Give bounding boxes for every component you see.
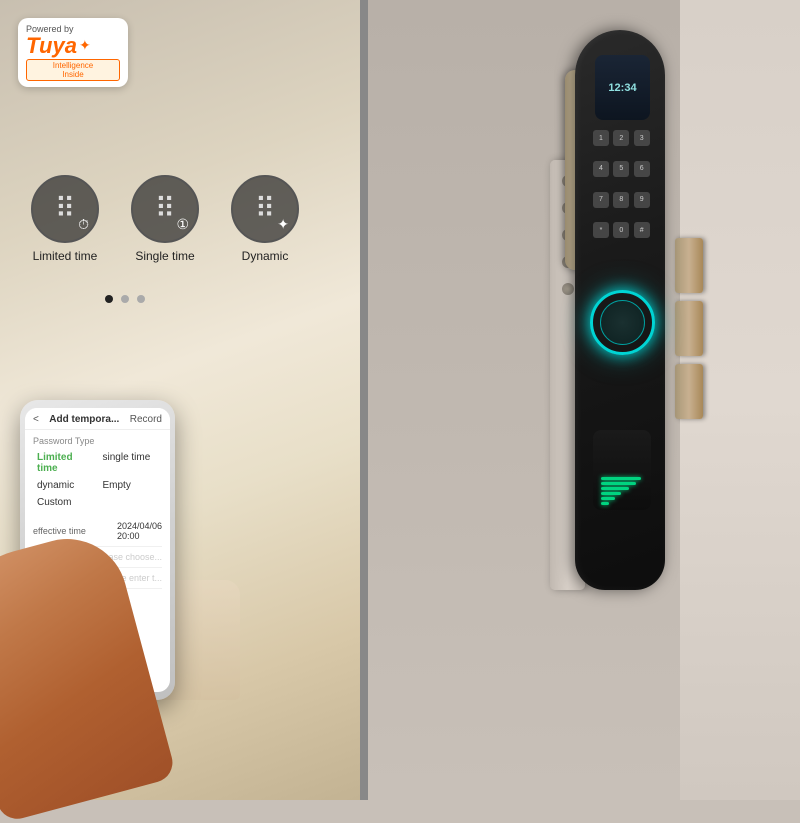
phone-back-button[interactable]: < bbox=[33, 414, 39, 425]
dot-2 bbox=[121, 295, 129, 303]
dynamic-icon: ⠿✦ bbox=[231, 175, 299, 243]
feature-limited-time: ⠿⏱ Limited time bbox=[20, 175, 110, 263]
lock-display: 12:34 bbox=[595, 55, 650, 120]
dots-indicator bbox=[105, 295, 145, 303]
tuya-spark-icon: ✦ bbox=[79, 37, 91, 54]
key-4[interactable]: 4 bbox=[593, 161, 609, 177]
tuya-badge: Powered by Tuya ✦ IntelligenceInside bbox=[18, 18, 128, 87]
limited-time-label: Limited time bbox=[33, 249, 98, 263]
pwd-single-time[interactable]: single time bbox=[99, 450, 163, 476]
led-bar-2 bbox=[601, 487, 629, 490]
led-bar-0 bbox=[601, 477, 641, 480]
pwd-custom[interactable]: Custom bbox=[33, 495, 97, 510]
pwd-empty[interactable]: Empty bbox=[99, 478, 163, 493]
phone-title: Add tempora... bbox=[49, 414, 119, 425]
lock-time: 12:34 bbox=[608, 82, 636, 94]
tuya-intelligence: IntelligenceInside bbox=[26, 59, 120, 81]
pwd-dynamic[interactable]: dynamic bbox=[33, 478, 97, 493]
fingerprint-scanner[interactable] bbox=[590, 290, 655, 355]
key-*[interactable]: * bbox=[593, 222, 609, 238]
phone-header: < Add tempora... Record bbox=[25, 408, 170, 430]
phone-record-button[interactable]: Record bbox=[130, 414, 162, 425]
lock-keypad: 123 456 789 *0 # bbox=[593, 130, 651, 250]
key-9[interactable]: 9 bbox=[634, 192, 650, 208]
tuya-logo: Tuya ✦ bbox=[26, 35, 120, 57]
key-3[interactable]: 3 bbox=[634, 130, 650, 146]
tuya-logo-text: Tuya bbox=[26, 35, 77, 57]
key-1[interactable]: 1 bbox=[593, 130, 609, 146]
key-5[interactable]: 5 bbox=[613, 161, 629, 177]
pwd-limited-time[interactable]: Limited time bbox=[33, 450, 97, 476]
feature-dynamic: ⠿✦ Dynamic bbox=[220, 175, 310, 263]
limited-time-icon: ⠿⏱ bbox=[31, 175, 99, 243]
fingerprint-center bbox=[600, 300, 645, 345]
bolt-block-1 bbox=[675, 238, 703, 293]
key-8[interactable]: 8 bbox=[613, 192, 629, 208]
lock-bolt-area bbox=[675, 230, 705, 530]
key-2[interactable]: 2 bbox=[613, 130, 629, 146]
smart-lock: 12:34 123 456 789 *0 # bbox=[565, 30, 675, 770]
bottom-sensor bbox=[593, 430, 651, 510]
bolt-block-3 bbox=[675, 364, 703, 419]
key-0[interactable]: 0 bbox=[613, 222, 629, 238]
single-time-icon: ⠿① bbox=[131, 175, 199, 243]
dot-3 bbox=[137, 295, 145, 303]
dynamic-label: Dynamic bbox=[242, 249, 289, 263]
hand-shape bbox=[0, 526, 177, 823]
single-time-label: Single time bbox=[135, 249, 194, 263]
password-type-label: Password Type bbox=[33, 436, 162, 446]
bolt-block-2 bbox=[675, 301, 703, 356]
key-7[interactable]: 7 bbox=[593, 192, 609, 208]
dot-1 bbox=[105, 295, 113, 303]
led-bars bbox=[601, 477, 641, 505]
lock-body: 12:34 123 456 789 *0 # bbox=[575, 30, 665, 590]
key-#[interactable]: # bbox=[634, 222, 650, 238]
led-bar-1 bbox=[601, 482, 636, 485]
led-bar-3 bbox=[601, 492, 621, 495]
features-row: ⠿⏱ Limited time ⠿① Single time ⠿✦ Dynamic bbox=[20, 175, 330, 263]
feature-single-time: ⠿① Single time bbox=[120, 175, 210, 263]
hand-area bbox=[0, 520, 200, 800]
password-type-grid: Limited time single time dynamic Empty C… bbox=[33, 450, 162, 510]
key-6[interactable]: 6 bbox=[634, 161, 650, 177]
led-bar-4 bbox=[601, 497, 615, 500]
led-bar-5 bbox=[601, 502, 609, 505]
